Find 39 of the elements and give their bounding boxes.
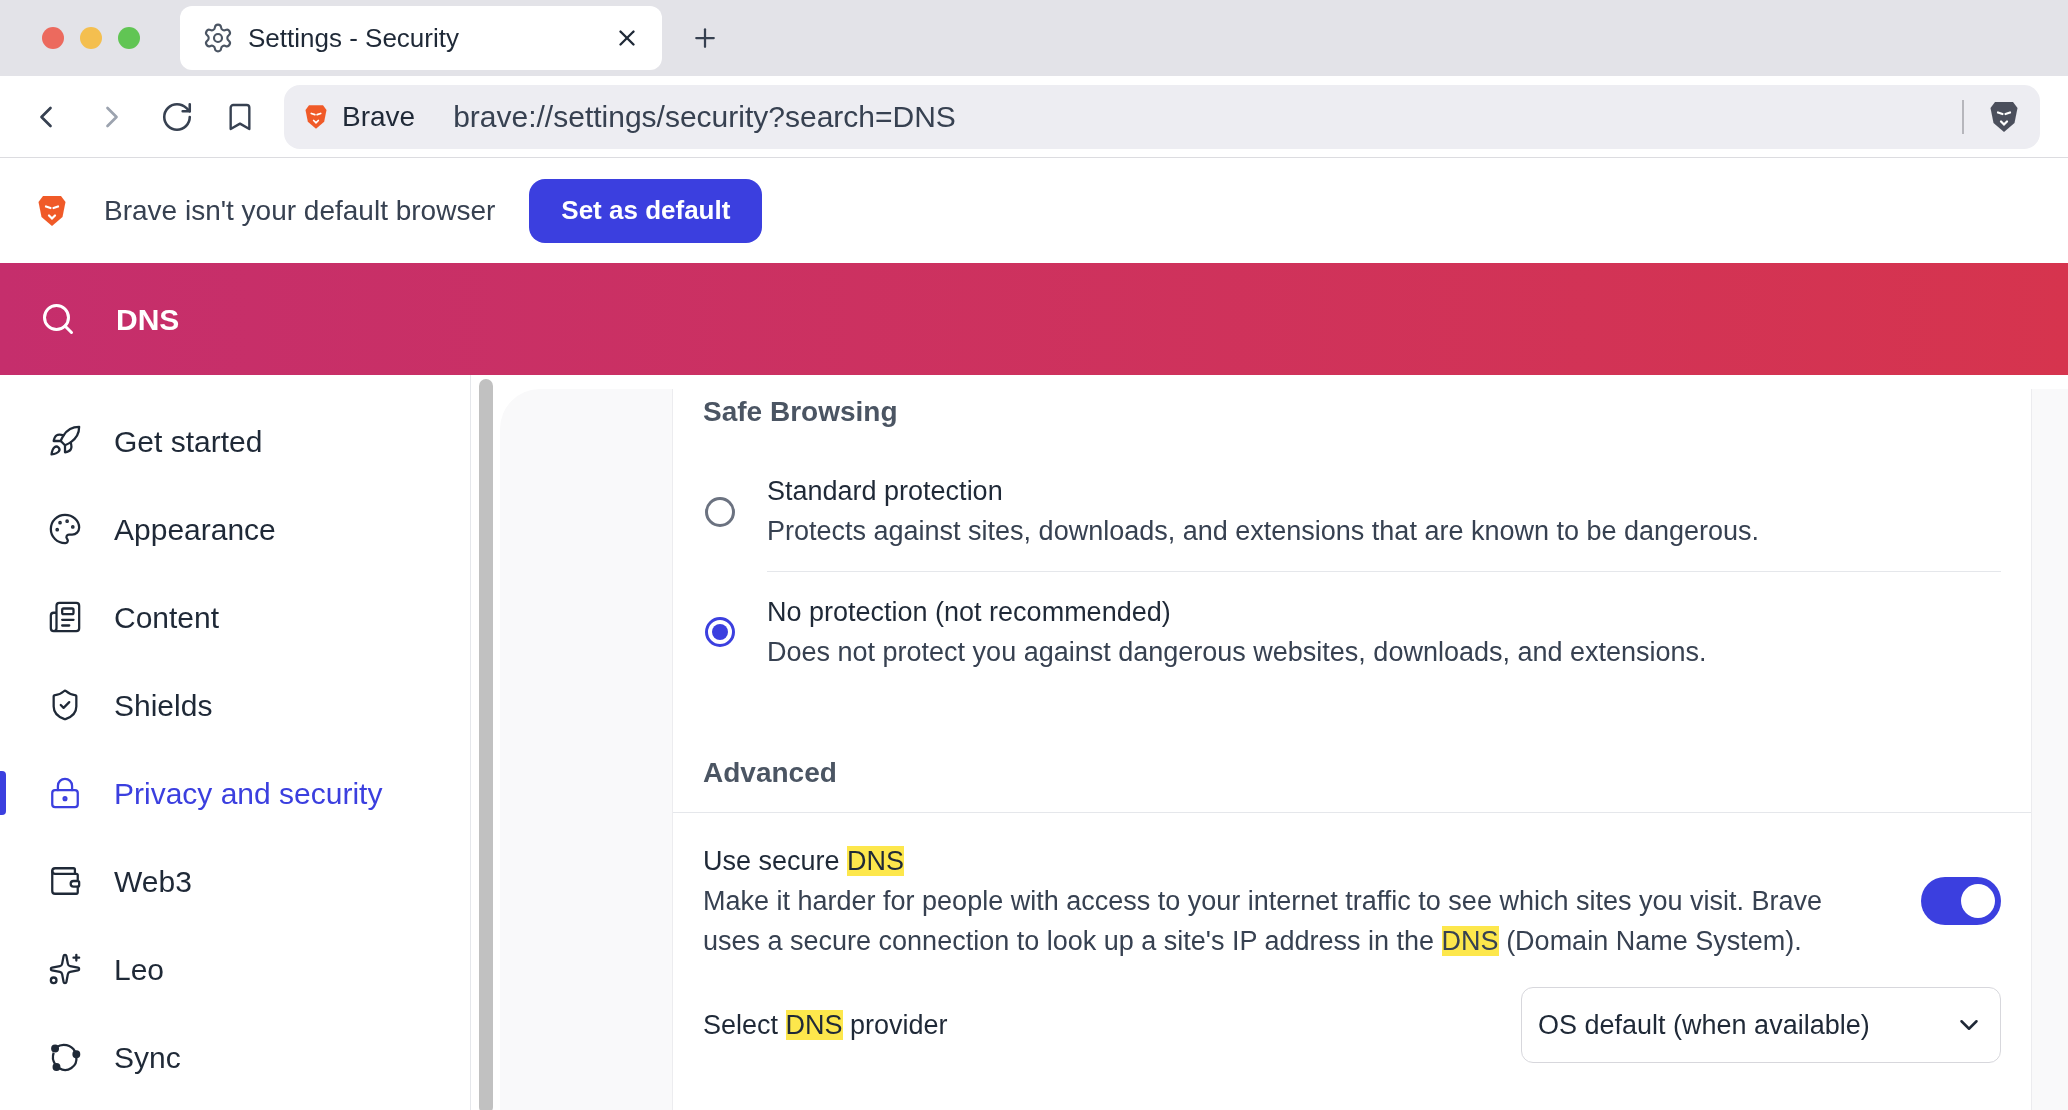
tab-title: Settings - Security: [248, 21, 460, 55]
scrollbar-thumb[interactable]: [478, 379, 493, 1110]
setting-label: Use secure DNS: [703, 845, 906, 878]
section-title: Advanced: [703, 756, 838, 790]
radio-button[interactable]: [705, 617, 735, 647]
setting-label: Select DNS provider: [703, 1008, 948, 1042]
option-description: Does not protect you against dangerous websites, downloads, and extensions.: [767, 636, 1708, 669]
option-title: No protection (not recommended): [767, 596, 1172, 629]
palette-icon: [48, 512, 82, 546]
sidebar-item[interactable]: Web3: [48, 858, 192, 904]
sidebar-item[interactable]: Shields: [48, 682, 213, 728]
selected-indicator: [0, 771, 6, 815]
browser-tab[interactable]: Settings - Security: [180, 6, 662, 70]
sidebar-item[interactable]: Get started: [48, 418, 263, 464]
section-title: Safe Browsing: [703, 395, 899, 429]
dns-provider-dropdown[interactable]: OS default (when available): [1521, 987, 2001, 1063]
set-default-button[interactable]: Set as default: [529, 178, 763, 243]
option-title: Standard protection: [767, 475, 1004, 508]
rocket-icon: [48, 424, 82, 458]
newspaper-icon: [48, 600, 82, 634]
setting-description: Make it harder for people with access to your internet traffic to see which sites you visit. Brave uses a secure connection to look up a site's IP address in the DNS (Domain Name System).: [703, 885, 1823, 958]
padlock-icon: [48, 776, 82, 810]
sidebar-item[interactable]: Content: [48, 594, 220, 640]
sparkle-icon: [48, 952, 82, 986]
option-description: Protects against sites, downloads, and extensions that are known to be dangerous.: [767, 515, 1761, 548]
site-label: Brave: [342, 99, 416, 134]
search-field[interactable]: DNS: [116, 296, 716, 342]
default-browser-message: Brave isn't your default browser: [104, 193, 496, 228]
sidebar-item[interactable]: Privacy and security: [48, 770, 383, 816]
toggle-switch[interactable]: [1921, 877, 2001, 925]
sidebar-item[interactable]: Appearance: [48, 506, 276, 552]
address-bar[interactable]: Brave brave://settings/security?search=DNS: [284, 84, 2040, 149]
search-icon: [40, 301, 76, 337]
settings-icon: [202, 22, 234, 54]
url-text: brave://settings/security?search=DNS: [453, 99, 957, 135]
radio-button[interactable]: [705, 496, 735, 527]
sidebar-item[interactable]: Leo: [48, 946, 165, 992]
wallet-icon: [48, 864, 82, 898]
sidebar-item[interactable]: Sync: [48, 1034, 181, 1080]
